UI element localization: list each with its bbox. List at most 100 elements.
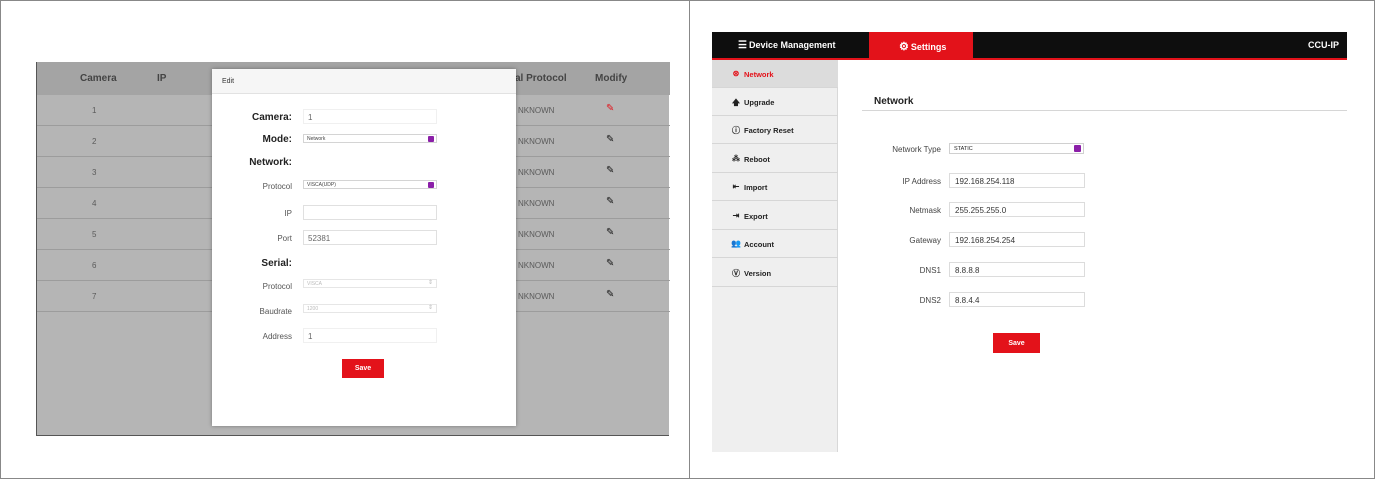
dns2-label: DNS2 <box>919 296 941 305</box>
network-icon: ⊛ <box>732 69 740 78</box>
sidebar-item-label: Factory Reset <box>744 126 794 135</box>
sidebar-item-import[interactable]: ⇤ Import <box>712 173 838 201</box>
tab-device-management-label: Device Management <box>748 40 836 50</box>
title-divider <box>862 110 1347 111</box>
edit-camera-dialog: Edit Camera: 1 Mode: Network Network: Pr… <box>212 69 516 426</box>
network-type-select[interactable]: STATIC <box>949 143 1084 154</box>
ip-input[interactable] <box>303 205 437 220</box>
pencil-icon[interactable]: ✎ <box>606 227 614 238</box>
camera-field[interactable]: 1 <box>303 109 437 124</box>
mode-label: Mode: <box>262 134 292 145</box>
serial-section-label: Serial: <box>261 258 292 269</box>
baudrate-label: Baudrate <box>259 307 292 316</box>
column-ip: IP <box>157 73 167 84</box>
sidebar-item-upgrade[interactable]: 🡅 Upgrade <box>712 88 838 116</box>
network-section-label: Network: <box>249 157 292 168</box>
select-arrow-icon <box>428 182 434 188</box>
pencil-icon[interactable]: ✎ <box>606 289 614 300</box>
sidebar-item-account[interactable]: 👥 Account <box>712 230 838 258</box>
serial-protocol-label: Protocol <box>262 282 292 291</box>
camera-protocol: NKNOWN <box>518 168 555 177</box>
product-name: CCU-IP <box>1308 40 1339 50</box>
protocol-select[interactable]: VISCA(UDP) <box>303 180 437 189</box>
address-input[interactable]: 1 <box>303 328 437 343</box>
import-icon: ⇤ <box>732 182 740 191</box>
sidebar-item-label: Export <box>744 212 768 221</box>
gateway-input[interactable]: 192.168.254.254 <box>949 232 1085 247</box>
gateway-label: Gateway <box>909 236 941 245</box>
tab-settings-label: Settings <box>910 42 947 52</box>
pencil-icon[interactable]: ✎ <box>606 134 614 145</box>
serial-protocol-value: VISCA <box>307 281 323 287</box>
camera-number: 5 <box>92 230 97 239</box>
select-arrow-icon <box>1074 145 1081 152</box>
column-camera: Camera <box>80 73 117 84</box>
camera-protocol: NKNOWN <box>518 292 555 301</box>
version-icon: Ⓥ <box>732 269 740 278</box>
camera-number: 6 <box>92 261 97 270</box>
camera-number: 7 <box>92 292 97 301</box>
sidebar-item-export[interactable]: ⇥ Export <box>712 202 838 230</box>
export-icon: ⇥ <box>732 211 740 220</box>
sidebar-item-label: Version <box>744 269 772 278</box>
address-label: Address <box>262 332 292 341</box>
serial-protocol-select[interactable]: VISCA ⇕ <box>303 279 437 288</box>
port-label: Port <box>277 234 292 243</box>
camera-number: 4 <box>92 199 97 208</box>
pencil-icon[interactable]: ✎ <box>606 196 614 207</box>
camera-protocol: NKNOWN <box>518 199 555 208</box>
camera-protocol: NKNOWN <box>518 230 555 239</box>
network-type-value: STATIC <box>954 146 973 152</box>
mode-select-value: Network <box>307 136 326 142</box>
camera-protocol: NKNOWN <box>518 261 555 270</box>
tab-settings-inner: ⚙ Settings <box>899 32 946 58</box>
protocol-label: Protocol <box>262 182 292 191</box>
sidebar-item-label: Network <box>744 70 774 79</box>
mode-select[interactable]: Network <box>303 134 437 143</box>
figure-divider <box>689 0 690 479</box>
settings-sidebar: ⊛ Network 🡅 Upgrade ⓘ Factory Reset ⁂ Re… <box>712 60 838 452</box>
pencil-icon[interactable]: ✎ <box>606 258 614 269</box>
select-arrow-icon: ⇕ <box>428 280 434 286</box>
sidebar-item-label: Account <box>744 240 774 249</box>
netmask-label: Netmask <box>909 206 941 215</box>
network-type-label: Network Type <box>892 145 941 154</box>
ip-label: IP <box>284 209 292 218</box>
sidebar-item-label: Upgrade <box>744 98 775 107</box>
port-input[interactable]: 52381 <box>303 230 437 245</box>
server-icon: ☰ <box>738 40 747 51</box>
dns1-input[interactable]: 8.8.8.8 <box>949 262 1085 277</box>
reboot-icon: ⁂ <box>732 154 740 163</box>
settings-panel: ☰ Device Management ⚙ Settings CCU-IP ⊛ Ne… <box>712 32 1347 452</box>
select-arrow-icon: ⇕ <box>428 305 434 311</box>
sidebar-item-label: Import <box>744 183 768 192</box>
save-button[interactable]: Save <box>993 333 1040 353</box>
pencil-icon[interactable]: ✎ <box>606 165 614 176</box>
select-arrow-icon <box>428 136 434 142</box>
ip-address-input[interactable]: 192.168.254.118 <box>949 173 1085 188</box>
camera-number: 1 <box>92 106 97 115</box>
tab-device-management[interactable]: ☰ Device Management <box>738 32 836 58</box>
camera-number: 3 <box>92 168 97 177</box>
users-icon: 👥 <box>731 239 741 248</box>
sidebar-item-network[interactable]: ⊛ Network <box>712 60 838 88</box>
ip-address-label: IP Address <box>902 177 941 186</box>
column-modify: Modify <box>595 73 628 84</box>
netmask-input[interactable]: 255.255.255.0 <box>949 202 1085 217</box>
dns1-label: DNS1 <box>919 266 941 275</box>
tab-settings[interactable]: ⚙ Settings <box>869 32 973 58</box>
dns2-input[interactable]: 8.8.4.4 <box>949 292 1085 307</box>
sidebar-item-reboot[interactable]: ⁂ Reboot <box>712 145 838 173</box>
pencil-icon[interactable]: ✎ <box>606 103 614 114</box>
camera-protocol: NKNOWN <box>518 137 555 146</box>
sidebar-item-factory-reset[interactable]: ⓘ Factory Reset <box>712 116 838 144</box>
upload-arrow-icon: 🡅 <box>731 98 741 107</box>
camera-number: 2 <box>92 137 97 146</box>
baudrate-value: 1200 <box>307 306 319 312</box>
save-button[interactable]: Save <box>342 359 384 378</box>
page-title: Network <box>874 96 914 107</box>
top-navigation-bar: ☰ Device Management ⚙ Settings CCU-IP <box>712 32 1347 58</box>
sidebar-item-version[interactable]: Ⓥ Version <box>712 259 838 287</box>
baudrate-select[interactable]: 1200 ⇕ <box>303 304 437 313</box>
info-icon: ⓘ <box>732 126 740 135</box>
